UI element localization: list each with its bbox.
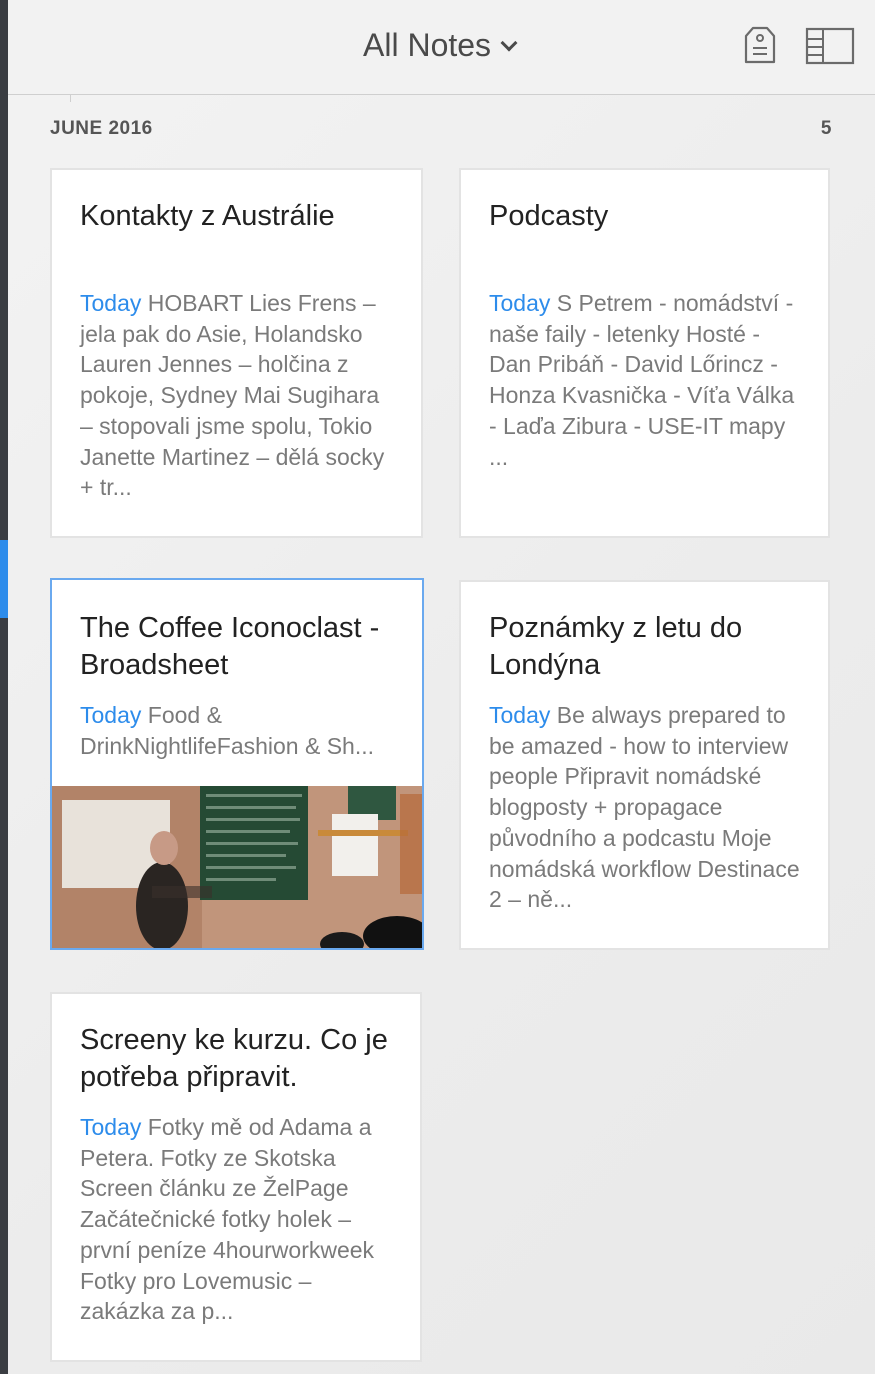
note-card-selected[interactable]: The Coffee Iconoclast - Broadsheet Today…	[50, 578, 424, 950]
note-card[interactable]: Podcasty Today S Petrem - nomádství - na…	[459, 168, 830, 538]
note-snippet-block: Today Be always prepared to be amazed - …	[489, 700, 805, 915]
section-note-count: 5	[820, 118, 832, 139]
notebook-selector-button[interactable]: All Notes	[363, 27, 518, 64]
note-snippet-block: Today S Petrem - nomádství - naše faily …	[489, 288, 805, 472]
note-snippet-block: Today Fotky mě od Adama a Petera. Fotky …	[80, 1112, 396, 1327]
section-month-label: JUNE 2016	[50, 118, 153, 139]
chevron-down-icon	[500, 34, 518, 51]
month-section-header: JUNE 2016 5	[50, 118, 832, 140]
notes-list-window: All Notes JUNE 2016 5 Kontakty z Austrál…	[0, 0, 875, 1374]
note-card[interactable]: Screeny ke kurzu. Co je potřeba připravi…	[50, 992, 422, 1362]
sidebar-edge	[0, 0, 8, 1374]
layout-toggle-icon[interactable]	[805, 27, 855, 65]
notes-list-header: All Notes	[8, 0, 875, 95]
sidebar-active-indicator	[0, 540, 8, 618]
note-date: Today	[80, 702, 142, 728]
note-snippet-block: Today HOBART Lies Frens – jela pak do As…	[80, 288, 396, 503]
notebook-selector-label: All Notes	[363, 27, 492, 63]
note-card[interactable]: Kontakty z Austrálie Today HOBART Lies F…	[50, 168, 423, 538]
note-snippet: Fotky mě od Adama a Petera. Fotky ze Sko…	[80, 1114, 375, 1325]
note-title: Podcasty	[489, 200, 609, 232]
note-title: Poznámky z letu do Londýna	[489, 612, 743, 681]
note-snippet: S Petrem - nomádství - naše faily - lete…	[489, 290, 795, 470]
note-date: Today	[489, 290, 551, 316]
note-snippet: Be always prepared to be amazed - how to…	[489, 702, 800, 913]
header-divider-mark	[70, 94, 71, 102]
note-title: Kontakty z Austrálie	[80, 200, 335, 232]
note-date: Today	[80, 290, 142, 316]
note-title: Screeny ke kurzu. Co je potřeba připravi…	[80, 1024, 388, 1093]
note-date: Today	[489, 702, 551, 728]
note-thumbnail-image	[52, 786, 422, 948]
note-snippet: HOBART Lies Frens – jela pak do Asie, Ho…	[80, 290, 385, 501]
tag-icon[interactable]	[743, 24, 777, 66]
note-date: Today	[80, 1114, 142, 1140]
note-snippet-block: Today Food & DrinkNightlifeFashion & Sh.…	[80, 700, 396, 761]
note-title: The Coffee Iconoclast - Broadsheet	[80, 612, 380, 681]
note-card[interactable]: Poznámky z letu do Londýna Today Be alwa…	[459, 580, 830, 950]
